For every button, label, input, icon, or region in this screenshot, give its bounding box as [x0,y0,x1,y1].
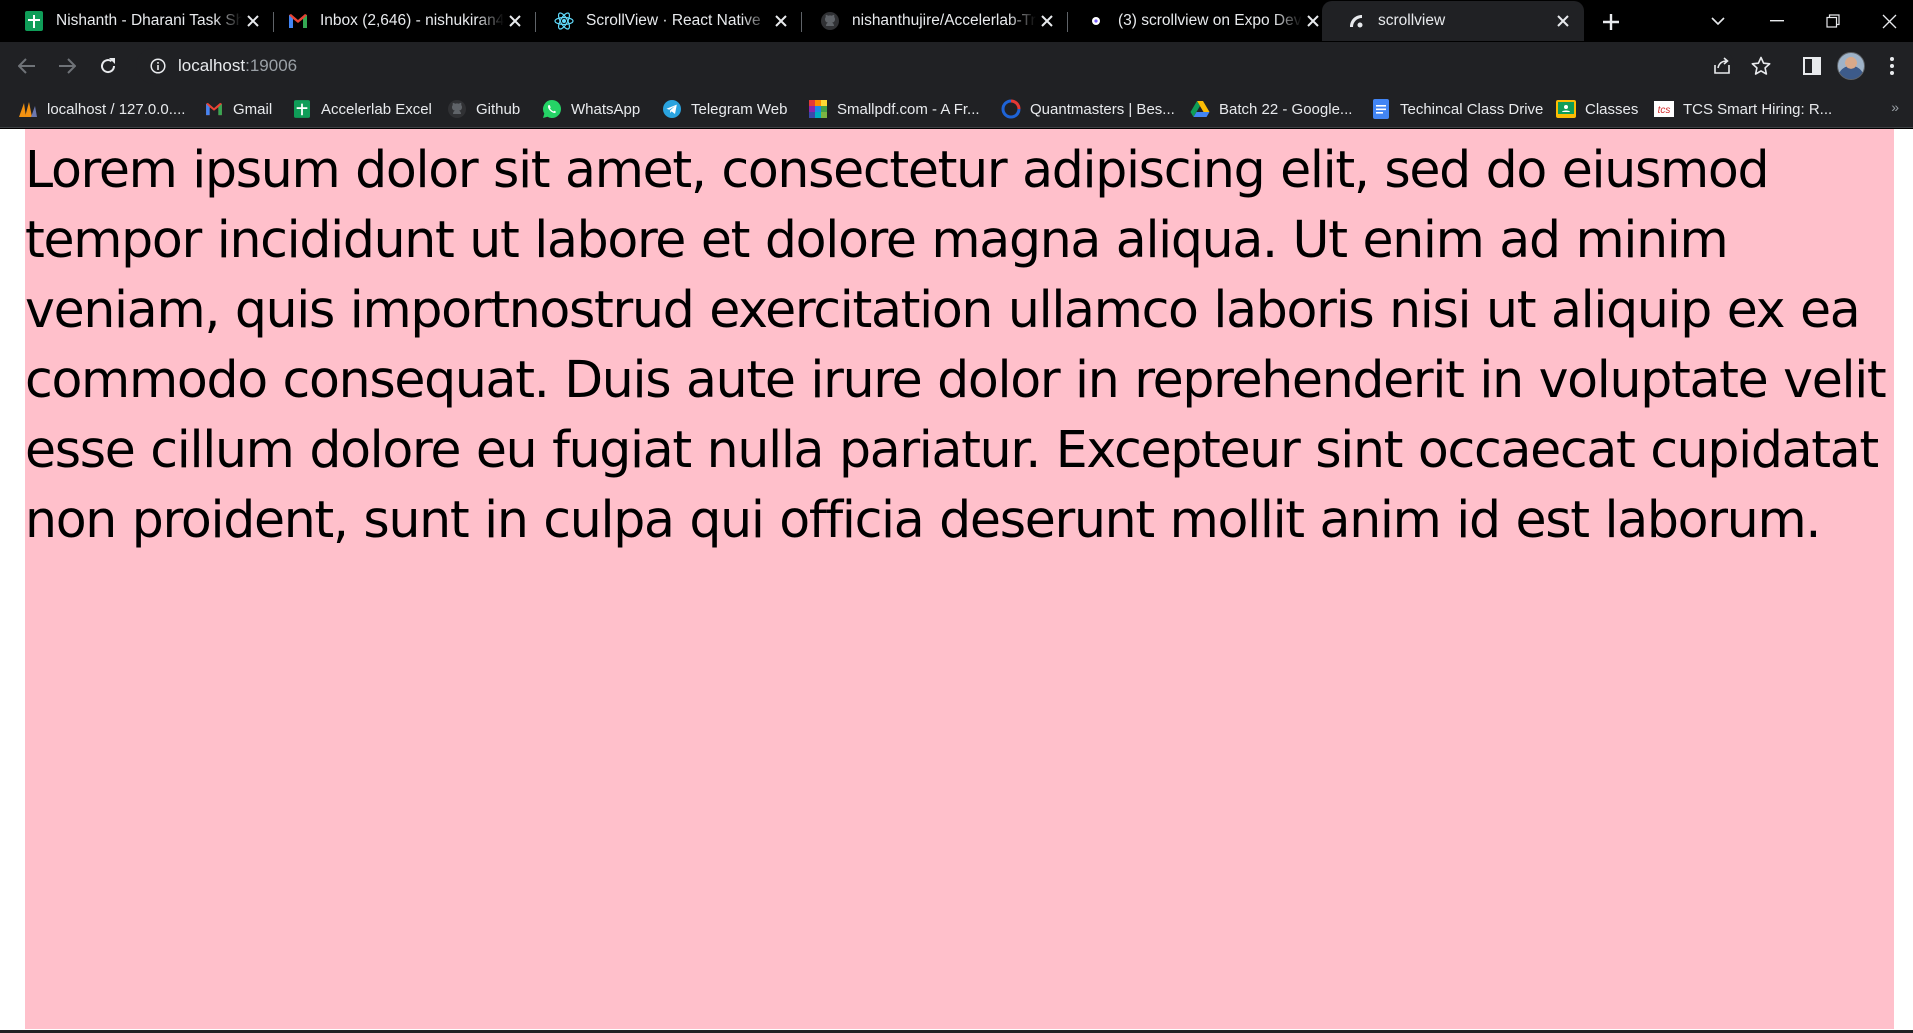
share-button[interactable] [1706,50,1738,82]
scrollview-container[interactable]: Lorem ipsum dolor sit amet, consectetur … [25,129,1894,1029]
bookmark-telegram-web[interactable]: Telegram Web [662,90,787,128]
bookmark-label: Accelerlab Excel [321,100,432,118]
minimize-button[interactable] [1749,0,1805,42]
tab-title: nishanthujire/Accelerlab-Training [852,12,1036,29]
back-button[interactable] [11,50,43,82]
github-icon [447,99,467,119]
google-drive-icon [1190,99,1210,119]
bookmark-label: Telegram Web [691,100,788,118]
close-icon[interactable] [504,10,526,32]
bookmark-whatsapp[interactable]: WhatsApp [542,90,640,128]
bookmark-label: Batch 22 - Google... [1219,100,1353,118]
bookmark-classes[interactable]: Classes [1556,90,1638,128]
restore-button[interactable] [1805,0,1861,42]
bookmark-accelerlab-excel[interactable]: Accelerlab Excel [292,90,432,128]
tab-title: (3) scrollview on Expo Developers [1118,12,1302,29]
bookmark-star-button[interactable] [1745,50,1777,82]
forward-button[interactable] [51,50,83,82]
new-tab-button[interactable] [1596,7,1626,37]
expo-icon [1086,11,1106,31]
bookmarks-bar: localhost / 127.0.0.... Gmail Accelerlab… [0,90,1913,128]
arrow-left-icon [18,58,35,74]
arrow-right-icon [59,58,76,74]
avatar[interactable] [1837,52,1865,80]
bookmark-label: TCS Smart Hiring: R... [1683,100,1833,118]
minimize-icon [1770,20,1784,22]
bookmark-github[interactable]: Github [447,90,520,128]
phpmyadmin-icon [18,99,38,119]
tab-title: Inbox (2,646) - nishukiran43 [320,12,504,29]
window-close-button[interactable] [1861,0,1913,42]
tab-strip: Nishanth - Dharani Task Sheet Inbox (2,6… [0,0,1913,42]
browser-toolbar: localhost:19006 [0,42,1913,90]
bookmark-tcs-smart-hiring[interactable]: tcs TCS Smart Hiring: R... [1654,90,1832,128]
bookmark-quantmasters[interactable]: Quantmasters | Bes... [1001,90,1175,128]
restore-icon [1826,14,1840,28]
page-viewport: Lorem ipsum dolor sit amet, consectetur … [0,129,1913,1033]
tab-expo-developers[interactable]: (3) scrollview on Expo Developers [1062,1,1334,41]
chevron-down-icon [1711,16,1725,25]
side-panel-button[interactable] [1796,50,1828,82]
tab-react-native-scrollview[interactable]: ScrollView · React Native [530,1,802,41]
react-icon [554,11,574,31]
bookmark-label: Gmail [233,100,273,118]
bookmark-label: Github [476,100,521,118]
tab-gmail-inbox[interactable]: Inbox (2,646) - nishukiran43 [264,1,536,41]
url-host: localhost [178,56,246,75]
tab-title: scrollview [1378,12,1446,29]
google-classroom-icon [1556,99,1576,119]
bookmark-label: Smallpdf.com - A Fr... [837,100,980,118]
svg-text:tcs: tcs [1658,105,1671,116]
side-panel-icon [1803,57,1821,75]
close-icon[interactable] [1036,10,1058,32]
chevron-right-icon[interactable]: » [1891,99,1899,115]
bookmark-label: WhatsApp [571,100,641,118]
address-bar[interactable]: localhost:19006 [136,48,1734,84]
tcs-icon: tcs [1654,99,1674,119]
tab-title: ScrollView · React Native [586,12,761,29]
bookmark-localhost[interactable]: localhost / 127.0.0.... [18,90,185,128]
bookmark-label: Techincal Class Drive [1400,100,1544,118]
share-icon [1714,57,1730,74]
reload-button[interactable] [92,50,124,82]
close-icon[interactable] [770,10,792,32]
expo-snack-icon [1346,11,1366,31]
menu-button[interactable] [1876,50,1908,82]
tab-scrollview-active[interactable]: scrollview [1322,1,1584,41]
bookmark-technical-class-drive[interactable]: Techincal Class Drive [1371,90,1543,128]
smallpdf-icon [808,99,828,119]
more-vert-icon [1890,57,1894,75]
close-icon[interactable] [1552,10,1574,32]
gmail-icon [288,11,308,31]
tab-title: Nishanth - Dharani Task Sheet [56,12,242,29]
gmail-icon [204,99,224,119]
bookmark-batch-22[interactable]: Batch 22 - Google... [1190,90,1352,128]
bookmark-smallpdf[interactable]: Smallpdf.com - A Fr... [808,90,980,128]
whatsapp-icon [542,99,562,119]
bookmark-label: Classes [1585,100,1639,118]
url-text[interactable]: localhost:19006 [178,56,297,76]
reload-icon [101,58,116,74]
google-sheets-icon [24,11,44,31]
quantmasters-icon [1001,99,1021,119]
plus-icon [1603,14,1619,30]
bookmark-label: localhost / 127.0.0.... [47,100,186,118]
telegram-icon [662,99,682,119]
google-docs-icon [1371,99,1391,119]
tab-github-repo[interactable]: nishanthujire/Accelerlab-Training [796,1,1068,41]
bookmark-gmail[interactable]: Gmail [204,90,272,128]
google-sheets-icon [292,99,312,119]
tab-task-sheet[interactable]: Nishanth - Dharani Task Sheet [0,1,274,41]
lorem-ipsum-text: Lorem ipsum dolor sit amet, consectetur … [25,140,1887,549]
github-icon [820,11,840,31]
site-info-icon[interactable] [148,56,168,76]
tab-search-button[interactable] [1690,0,1746,42]
close-icon[interactable] [1302,10,1324,32]
close-icon [1882,14,1896,28]
star-icon [1751,56,1771,75]
close-icon[interactable] [242,10,264,32]
url-port: :19006 [245,56,298,75]
bookmark-label: Quantmasters | Bes... [1030,100,1175,118]
